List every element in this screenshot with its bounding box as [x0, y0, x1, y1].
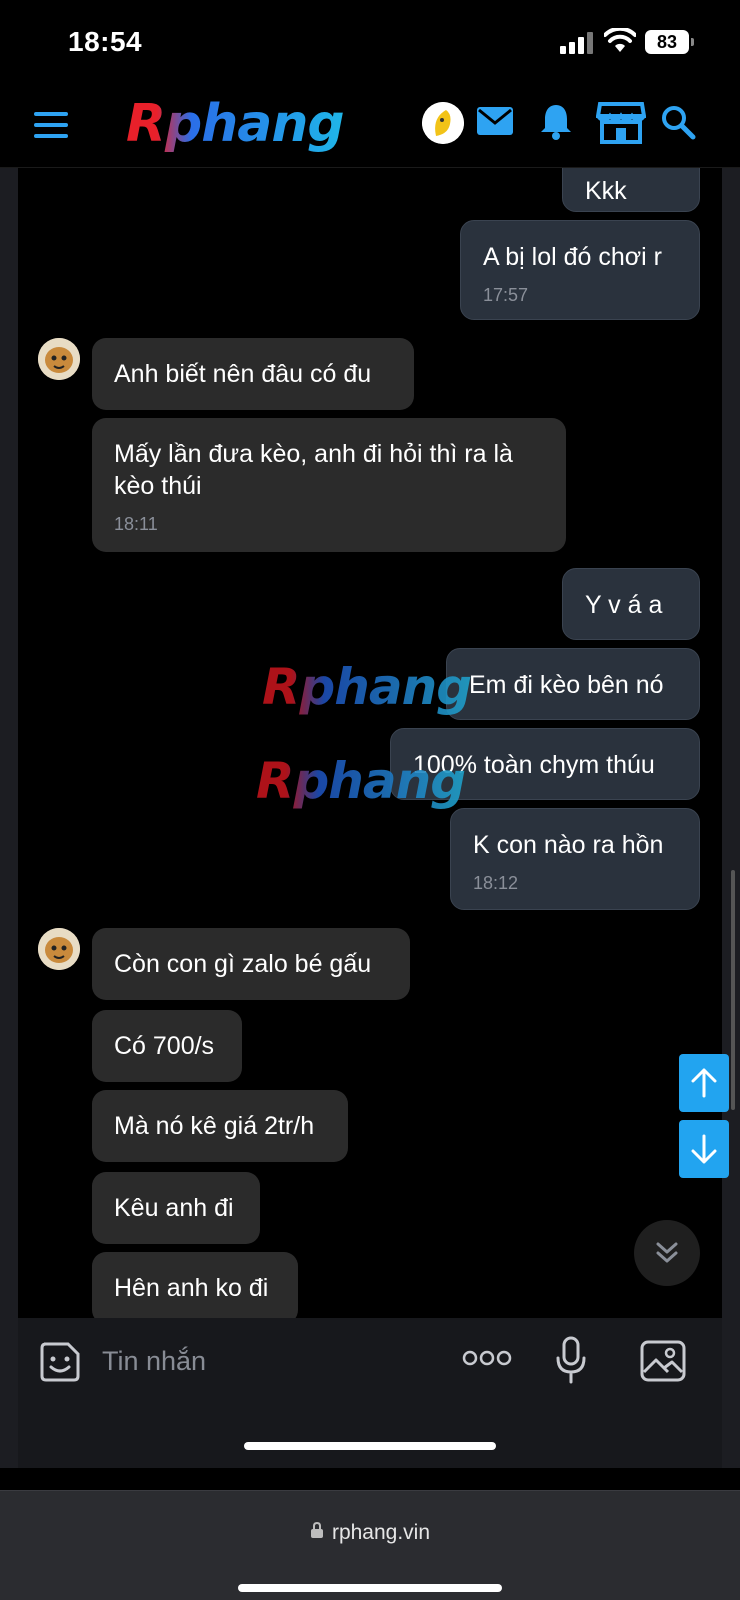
scrollbar[interactable]	[731, 870, 735, 1110]
message-time: 18:12	[473, 873, 519, 893]
signal-icon	[560, 32, 594, 54]
message-text: Em đi kèo bên nó	[469, 671, 664, 699]
message-text: Mấy lần đưa kèo, anh đi hỏi thì ra là kè…	[114, 440, 513, 500]
scroll-to-bottom-button[interactable]	[634, 1220, 700, 1286]
store-icon[interactable]	[596, 100, 646, 144]
url-row: rphang.vin	[0, 1521, 740, 1545]
message-bubble-incoming[interactable]: Hên anh ko đi	[92, 1252, 298, 1318]
mail-icon[interactable]	[476, 106, 514, 136]
message-text: A bị lol đó chơi r	[483, 243, 662, 271]
url-text[interactable]: rphang.vin	[332, 1521, 430, 1544]
message-bubble-incoming[interactable]: Mấy lần đưa kèo, anh đi hỏi thì ra là kè…	[92, 418, 566, 552]
mic-icon[interactable]	[554, 1336, 588, 1384]
message-bubble-outgoing[interactable]: Y v á a	[562, 568, 700, 640]
scroll-up-button[interactable]	[679, 1054, 729, 1112]
message-time: 18:11	[114, 514, 158, 534]
message-bubble-incoming[interactable]: Kêu anh đi	[92, 1172, 260, 1244]
user-avatar[interactable]	[422, 102, 464, 144]
message-bubble-incoming[interactable]: Mà nó kê giá 2tr/h	[92, 1090, 348, 1162]
scroll-down-button[interactable]	[679, 1120, 729, 1178]
message-text: Có 700/s	[114, 1032, 215, 1060]
status-bar: 18:54 83	[0, 0, 740, 84]
site-header: Rphang	[0, 84, 740, 168]
home-indicator	[244, 1442, 496, 1450]
right-gutter	[722, 168, 740, 1468]
message-text: Anh biết nên đâu có đu	[114, 360, 372, 388]
watermark-logo: Rphang	[262, 658, 472, 716]
message-bubble-outgoing[interactable]: A bị lol đó chơi r 17:57	[460, 220, 700, 320]
message-bubble-outgoing[interactable]: Kkk	[562, 168, 700, 212]
message-bubble-outgoing[interactable]: Em đi kèo bên nó	[446, 648, 700, 720]
message-text: Y v á a	[585, 591, 663, 619]
search-icon[interactable]	[660, 104, 696, 140]
arrow-up-icon	[691, 1068, 717, 1098]
message-text: Kkk	[585, 177, 627, 205]
bell-icon[interactable]	[538, 102, 574, 140]
message-bubble-incoming[interactable]: Anh biết nên đâu có đu	[92, 338, 414, 410]
lock-icon	[310, 1521, 324, 1545]
wifi-icon	[604, 28, 636, 52]
message-time: 17:57	[483, 285, 529, 305]
site-logo[interactable]: Rphang	[126, 94, 345, 154]
hamburger-icon[interactable]	[34, 112, 68, 138]
message-bubble-outgoing[interactable]: K con nào ra hồn 18:12	[450, 808, 700, 910]
chat-thread[interactable]: Kkk A bị lol đó chơi r 17:57 Anh biết nê…	[18, 168, 720, 1318]
message-bubble-incoming[interactable]: Có 700/s	[92, 1010, 242, 1082]
sticker-icon[interactable]	[38, 1340, 82, 1384]
message-text: Kêu anh đi	[114, 1194, 234, 1222]
message-input[interactable]: Tin nhắn	[102, 1346, 206, 1377]
message-text: Hên anh ko đi	[114, 1274, 269, 1302]
sender-avatar[interactable]	[38, 928, 80, 970]
arrow-down-icon	[691, 1134, 717, 1164]
message-text: Còn con gì zalo bé gấu	[114, 950, 372, 978]
left-gutter	[0, 168, 18, 1468]
message-text: K con nào ra hồn	[473, 831, 664, 859]
more-icon[interactable]	[462, 1348, 512, 1368]
sender-avatar[interactable]	[38, 338, 80, 380]
home-indicator	[238, 1584, 502, 1592]
message-bubble-incoming[interactable]: Còn con gì zalo bé gấu	[92, 928, 410, 1000]
double-chevron-down-icon	[656, 1242, 678, 1263]
watermark-logo: Rphang	[256, 752, 466, 810]
message-text: Mà nó kê giá 2tr/h	[114, 1112, 315, 1140]
status-time: 18:54	[68, 26, 143, 57]
battery-icon: 83	[645, 30, 694, 54]
image-icon[interactable]	[640, 1340, 686, 1382]
